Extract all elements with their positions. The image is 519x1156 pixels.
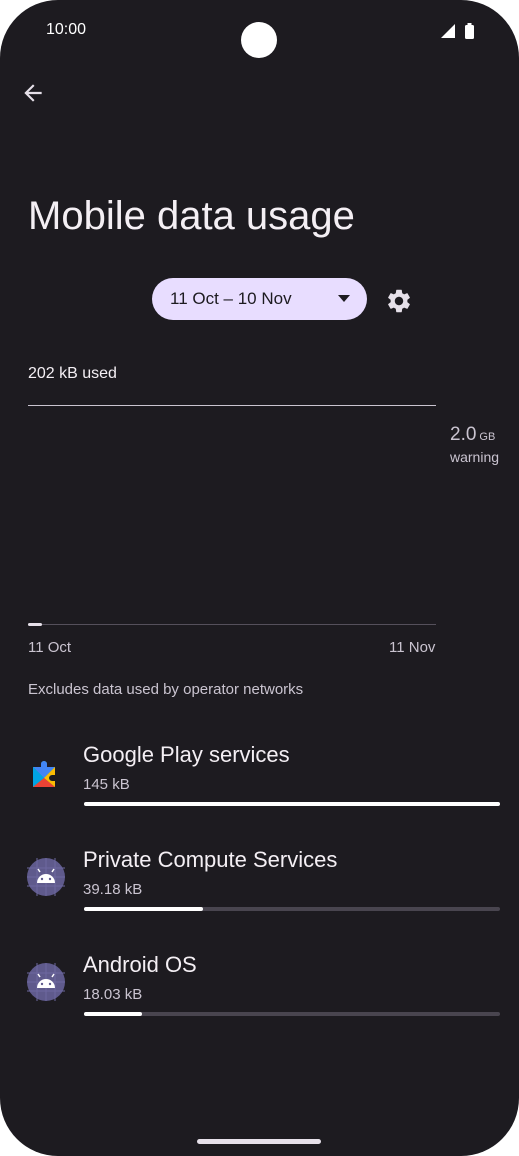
billing-cycle-value: 11 Oct – 10 Nov <box>170 289 292 308</box>
app-name: Private Compute Services <box>83 847 338 872</box>
app-data-size: 18.03 kB <box>83 986 143 1003</box>
warning-limit-line <box>28 405 436 406</box>
battery-icon <box>465 23 474 39</box>
warning-label: warning <box>450 449 500 465</box>
status-time: 10:00 <box>46 21 87 38</box>
usage-bar <box>84 802 500 806</box>
usage-bar-fill <box>84 802 500 806</box>
dropdown-caret-icon <box>338 295 350 302</box>
signal-icon <box>441 24 455 38</box>
usage-line <box>28 623 42 626</box>
chart-baseline <box>28 624 436 625</box>
billing-cycle-dropdown[interactable]: 11 Oct – 10 Nov <box>152 278 367 320</box>
app-name: Android OS <box>83 952 197 977</box>
app-row-google-play-services[interactable]: Google Play services 145 kB <box>0 730 519 830</box>
android-icon <box>27 963 65 1001</box>
app-data-size: 145 kB <box>83 776 130 793</box>
warning-number: 2.0 <box>450 424 477 445</box>
phone-screen: 10:00 Mobile data usage 11 Oct – 10 Nov … <box>0 0 519 1156</box>
page-title: Mobile data usage <box>28 194 355 238</box>
app-data-size: 39.18 kB <box>83 881 143 898</box>
app-row-private-compute-services[interactable]: Private Compute Services 39.18 kB <box>0 835 519 935</box>
warning-unit: GB <box>479 431 496 443</box>
data-used-summary: 202 kB used <box>28 365 117 382</box>
chart-start-date: 11 Oct <box>28 639 72 656</box>
warning-value: 2.0 GB <box>450 424 495 446</box>
status-bar: 10:00 <box>0 0 519 60</box>
google-play-services-icon <box>33 761 55 787</box>
android-icon <box>27 858 65 896</box>
operator-note: Excludes data used by operator networks <box>28 681 304 698</box>
app-name: Google Play services <box>83 742 290 767</box>
camera-cutout <box>241 22 277 58</box>
back-arrow-icon[interactable] <box>20 80 46 106</box>
usage-bar <box>84 907 500 911</box>
usage-bar <box>84 1012 500 1016</box>
home-indicator[interactable] <box>197 1139 321 1144</box>
app-row-android-os[interactable]: Android OS 18.03 kB <box>0 940 519 1040</box>
usage-bar-fill <box>84 907 203 911</box>
usage-bar-fill <box>84 1012 143 1016</box>
gear-icon[interactable] <box>385 287 413 315</box>
chart-end-date: 11 Nov <box>389 639 436 656</box>
